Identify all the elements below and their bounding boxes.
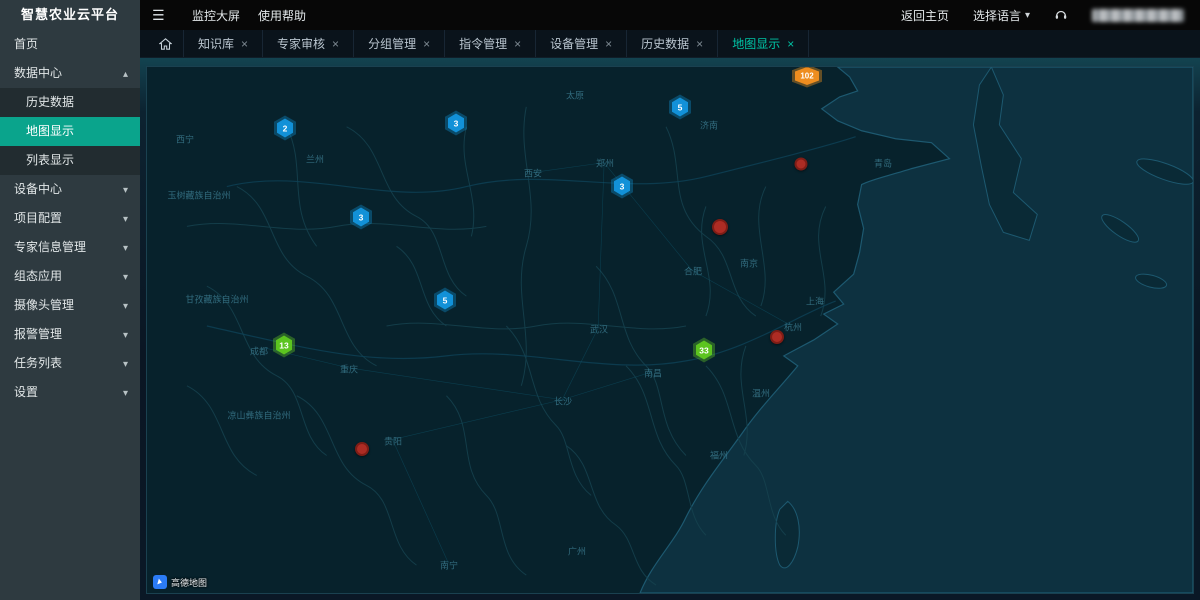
map-place-label: 南昌	[644, 367, 662, 380]
device-point-marker[interactable]	[770, 330, 784, 344]
close-icon[interactable]: ×	[241, 38, 248, 50]
map-place-label: 甘孜藏族自治州	[185, 293, 248, 306]
chevron-down-icon	[123, 233, 128, 263]
map-place-label: 重庆	[340, 363, 358, 376]
collapse-sidebar-icon[interactable]	[152, 7, 174, 24]
map-place-label: 南京	[740, 257, 758, 270]
sidebar-item-project-config[interactable]: 项目配置	[0, 204, 140, 233]
device-point-marker[interactable]	[355, 442, 369, 456]
close-icon[interactable]: ×	[787, 38, 794, 50]
chevron-down-icon	[123, 204, 128, 234]
map-place-label: 济南	[700, 119, 718, 132]
sidebar-item-expert-info[interactable]: 专家信息管理	[0, 233, 140, 262]
sidebar-item-map-display[interactable]: 地图显示	[0, 117, 140, 146]
cluster-marker[interactable]: 3	[350, 205, 372, 230]
map-place-label: 郑州	[596, 157, 614, 170]
sidebar-item-home[interactable]: 首页	[0, 30, 140, 59]
data-center-submenu: 历史数据 地图显示 列表显示	[0, 88, 140, 175]
chevron-down-icon	[123, 175, 128, 205]
cluster-marker[interactable]: 5	[669, 95, 691, 120]
map-canvas[interactable]: 2353351333102西宁兰州太原济南青岛西安郑州南京上海合肥杭州武汉南昌长…	[146, 66, 1194, 594]
close-icon[interactable]: ×	[514, 38, 521, 50]
map-place-label: 杭州	[784, 321, 802, 334]
tab-expert-review[interactable]: 专家审核 ×	[263, 30, 354, 57]
cluster-marker[interactable]: 5	[434, 288, 456, 313]
app-title: 智慧农业云平台	[0, 0, 140, 30]
cluster-marker[interactable]: 102	[792, 66, 822, 88]
language-select[interactable]: 选择语言	[973, 7, 1030, 24]
topbar: 监控大屏 使用帮助 返回主页 选择语言	[140, 0, 1200, 30]
close-icon[interactable]: ×	[696, 38, 703, 50]
close-icon[interactable]: ×	[423, 38, 430, 50]
sidebar-item-task-list[interactable]: 任务列表	[0, 349, 140, 378]
map-place-label: 成都	[250, 345, 268, 358]
sidebar-item-settings[interactable]: 设置	[0, 378, 140, 407]
tab-command-mgmt[interactable]: 指令管理 ×	[445, 30, 536, 57]
chevron-down-icon	[123, 349, 128, 379]
tabbar: 知识库 × 专家审核 × 分组管理 × 指令管理 × 设备管理 × 历史数据 ×	[140, 30, 1200, 58]
map-place-label: 上海	[806, 295, 824, 308]
link-return-home[interactable]: 返回主页	[901, 7, 949, 24]
device-point-marker[interactable]	[712, 219, 728, 235]
chevron-up-icon	[123, 59, 128, 89]
tab-group-mgmt[interactable]: 分组管理 ×	[354, 30, 445, 57]
sidebar: 智慧农业云平台 首页 数据中心 历史数据 地图显示 列表显示 设备中心 项目配置	[0, 0, 140, 600]
map-place-label: 长沙	[554, 395, 572, 408]
cluster-marker[interactable]: 3	[445, 111, 467, 136]
map-place-label: 太原	[566, 89, 584, 102]
map-attribution: 高德地图	[153, 575, 207, 589]
cluster-marker[interactable]: 13	[273, 333, 295, 358]
link-help[interactable]: 使用帮助	[258, 7, 306, 24]
sidebar-item-data-center[interactable]: 数据中心	[0, 59, 140, 88]
tab-home-icon[interactable]	[148, 30, 184, 57]
username-redacted[interactable]	[1092, 9, 1184, 22]
cluster-marker[interactable]: 2	[274, 116, 296, 141]
close-icon[interactable]: ×	[605, 38, 612, 50]
app-window: 智慧农业云平台 首页 数据中心 历史数据 地图显示 列表显示 设备中心 项目配置	[0, 0, 1200, 600]
tab-history-data[interactable]: 历史数据 ×	[627, 30, 718, 57]
amap-logo-icon	[153, 575, 167, 589]
support-headset-icon[interactable]	[1054, 8, 1068, 22]
device-point-marker[interactable]	[795, 158, 808, 171]
tab-device-mgmt[interactable]: 设备管理 ×	[536, 30, 627, 57]
sidebar-item-list-display[interactable]: 列表显示	[0, 146, 140, 175]
sidebar-item-scada-app[interactable]: 组态应用	[0, 262, 140, 291]
map-place-label: 合肥	[684, 265, 702, 278]
link-monitor-screen[interactable]: 监控大屏	[192, 7, 240, 24]
map-place-label: 凉山彝族自治州	[227, 409, 290, 422]
map-place-label: 青岛	[874, 157, 892, 170]
sidebar-item-history-data[interactable]: 历史数据	[0, 88, 140, 117]
map-place-label: 武汉	[590, 323, 608, 336]
sidebar-item-camera-mgmt[interactable]: 摄像头管理	[0, 291, 140, 320]
cluster-marker[interactable]: 33	[693, 338, 715, 363]
chevron-down-icon	[123, 320, 128, 350]
sidebar-item-alarm-mgmt[interactable]: 报警管理	[0, 320, 140, 349]
marker-layer: 2353351333102西宁兰州太原济南青岛西安郑州南京上海合肥杭州武汉南昌长…	[147, 67, 1193, 593]
map-place-label: 温州	[752, 387, 770, 400]
chevron-down-icon	[123, 291, 128, 321]
chevron-down-icon	[123, 378, 128, 408]
map-attribution-text: 高德地图	[171, 576, 207, 589]
sidebar-item-device-center[interactable]: 设备中心	[0, 175, 140, 204]
map-place-label: 西宁	[176, 133, 194, 146]
cluster-marker[interactable]: 3	[611, 174, 633, 199]
chevron-down-icon	[123, 262, 128, 292]
map-place-label: 福州	[710, 449, 728, 462]
map-place-label: 西安	[524, 167, 542, 180]
home-icon	[159, 38, 172, 50]
tab-map-display[interactable]: 地图显示 ×	[718, 30, 809, 57]
map-place-label: 兰州	[306, 153, 324, 166]
content-area: 2353351333102西宁兰州太原济南青岛西安郑州南京上海合肥杭州武汉南昌长…	[140, 58, 1200, 600]
map-place-label: 广州	[568, 545, 586, 558]
tab-knowledge-base[interactable]: 知识库 ×	[184, 30, 263, 57]
main-area: 监控大屏 使用帮助 返回主页 选择语言	[140, 0, 1200, 600]
map-place-label: 南宁	[440, 559, 458, 572]
map-place-label: 贵阳	[384, 435, 402, 448]
close-icon[interactable]: ×	[332, 38, 339, 50]
map-place-label: 玉树藏族自治州	[167, 189, 230, 202]
